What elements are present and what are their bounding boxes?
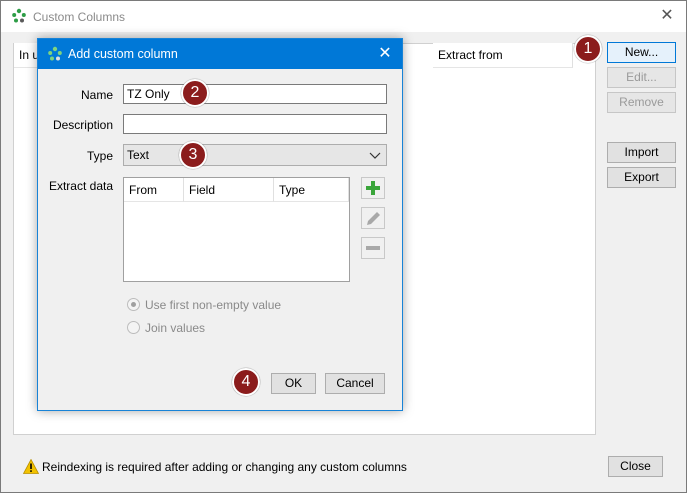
name-label: Name (80, 88, 113, 102)
remove-button[interactable]: Remove (607, 92, 676, 113)
close-icon[interactable]: ✕ (656, 5, 678, 27)
app-logo-icon (48, 46, 62, 61)
new-button[interactable]: New... (607, 42, 676, 63)
radio-button-selected[interactable] (127, 298, 140, 311)
chevron-down-icon (369, 152, 381, 159)
step-marker-4: 4 (232, 368, 260, 396)
name-field[interactable]: TZ Only (123, 84, 387, 104)
warning-icon (23, 459, 39, 474)
column-header-type[interactable]: Type (274, 178, 349, 202)
minus-icon (366, 246, 380, 250)
extract-data-list[interactable]: From Field Type (123, 177, 350, 282)
column-header-field[interactable]: Field (184, 178, 274, 202)
window-title: Custom Columns (33, 10, 126, 24)
radio-join-label: Join values (145, 321, 206, 335)
step-marker-3: 3 (179, 141, 207, 169)
column-header-extract-from[interactable]: Extract from (433, 43, 573, 68)
step-marker-2: 2 (181, 79, 209, 107)
add-extract-button[interactable] (361, 177, 385, 199)
ok-button[interactable]: OK (271, 373, 316, 394)
remove-extract-button[interactable] (361, 237, 385, 259)
pencil-icon (367, 212, 380, 225)
step-marker-1: 1 (574, 35, 602, 63)
close-icon[interactable]: ✕ (374, 43, 396, 65)
radio-first-label: Use first non-empty value (145, 298, 282, 312)
close-button[interactable]: Close (608, 456, 663, 477)
type-label: Type (86, 149, 113, 163)
export-button[interactable]: Export (607, 167, 676, 188)
radio-button[interactable] (127, 321, 140, 334)
dialog-title: Add custom column (68, 47, 178, 61)
extract-data-label: Extract data (48, 179, 113, 193)
status-text: Reindexing is required after adding or c… (42, 460, 407, 474)
edit-extract-button[interactable] (361, 207, 385, 229)
description-field[interactable] (123, 114, 387, 134)
edit-button[interactable]: Edit... (607, 67, 676, 88)
column-header-from[interactable]: From (124, 178, 184, 202)
description-label: Description (52, 118, 113, 132)
cancel-button[interactable]: Cancel (325, 373, 385, 394)
add-custom-column-dialog: Add custom column ✕ Name TZ Only Descrip… (37, 38, 403, 411)
type-select-value: Text (127, 148, 150, 162)
plus-icon (366, 181, 380, 195)
type-select[interactable]: Text (123, 144, 387, 166)
import-button[interactable]: Import (607, 142, 676, 163)
window-titlebar: Custom Columns (1, 1, 686, 32)
app-logo-icon (12, 8, 26, 23)
dialog-titlebar: Add custom column ✕ (38, 39, 402, 69)
